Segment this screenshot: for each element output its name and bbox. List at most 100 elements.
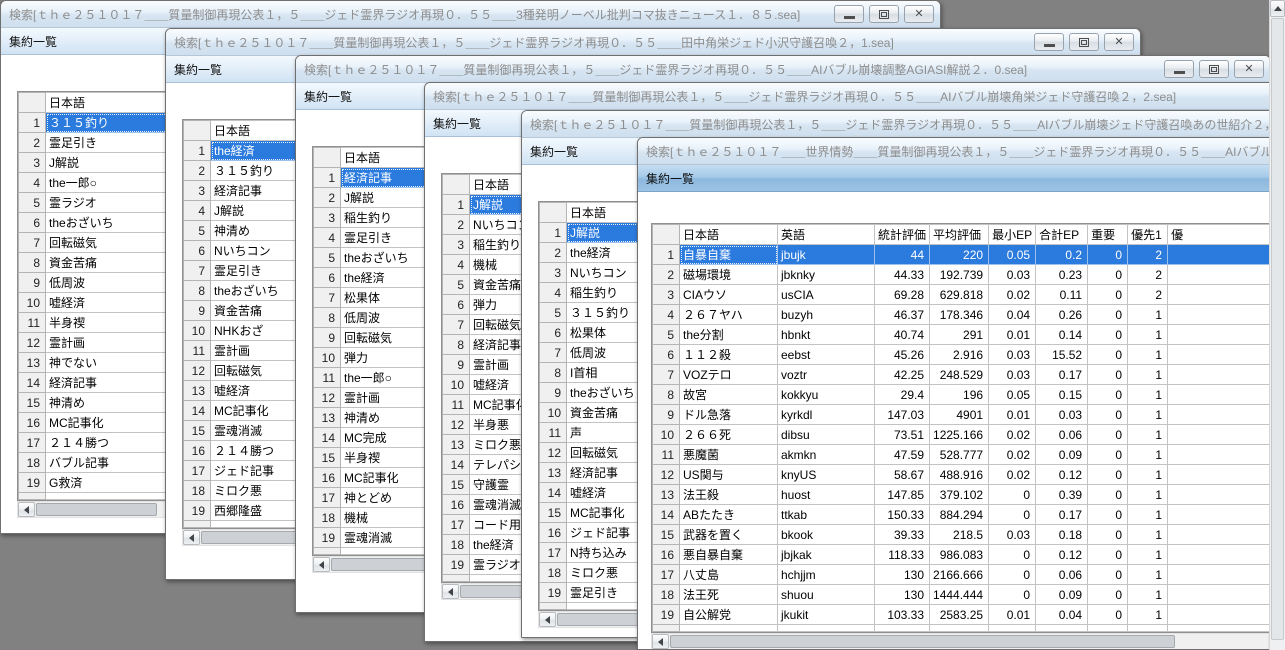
scroll-left-icon — [189, 534, 194, 542]
table-row[interactable]: 6１１２殺eebst45.262.9160.0315.5201 — [653, 345, 1277, 365]
list-item[interactable]: 19G救済 — [19, 473, 170, 493]
scroll-left-button[interactable] — [18, 502, 35, 517]
list-item[interactable]: 16MC記事化 — [19, 413, 170, 433]
item-label: the一郎○ — [46, 173, 170, 193]
restore-button[interactable] — [1069, 33, 1099, 51]
table-row[interactable]: 3CIAウソusCIA69.28629.8180.020.1102 — [653, 285, 1277, 305]
scroll-left-button[interactable] — [442, 584, 459, 599]
cell: 488.916 — [930, 465, 989, 485]
cell: 0 — [1088, 565, 1128, 585]
column-header[interactable]: 合計EP — [1036, 225, 1088, 245]
cell: kokkyu — [778, 385, 875, 405]
horizontal-scrollbar[interactable] — [17, 501, 167, 518]
column-header[interactable]: 重要 — [1088, 225, 1128, 245]
list-item[interactable]: 2霊足引き — [19, 133, 170, 153]
list-item[interactable]: 3J解説 — [19, 153, 170, 173]
table-row[interactable]: 19自公解党jkukit103.332583.250.010.0401 — [653, 605, 1277, 625]
cell: ２６７ヤハ — [680, 305, 778, 325]
list-item[interactable]: 12霊計画 — [19, 333, 170, 353]
window-titlebar[interactable]: 検索[ｔｈｅ２５１０１７＿＿質量制御再現公表１，５＿＿ジェド霊界ラジオ再現０．５… — [296, 56, 1270, 83]
column-header[interactable]: 優 — [1168, 225, 1277, 245]
row-number-cell: 1 — [314, 168, 341, 188]
restore-button[interactable] — [869, 5, 899, 23]
row-number-cell: 6 — [540, 323, 567, 343]
list-item[interactable]: 1３１５釣り — [19, 113, 170, 133]
cell: 218.5 — [930, 525, 989, 545]
table-row[interactable]: 7VOZテロvoztr42.25248.5290.030.1701 — [653, 365, 1277, 385]
table-row[interactable]: 12US関与knyUS58.67488.9160.020.1201 — [653, 465, 1277, 485]
table-row[interactable]: 9ドル急落kyrkdl147.0349010.010.0301 — [653, 405, 1277, 425]
window-titlebar[interactable]: 検索[ｔｈｅ２５１０１７＿＿質量制御再現公表１，５＿＿ジェド霊界ラジオ再現０．５… — [522, 111, 1284, 138]
scroll-up-button[interactable] — [1270, 0, 1285, 17]
scroll-left-button[interactable] — [313, 557, 330, 572]
cell: the分割 — [680, 325, 778, 345]
column-header[interactable]: 日本語 — [680, 225, 778, 245]
column-header[interactable]: 英語 — [778, 225, 875, 245]
window-titlebar[interactable]: 検索[ｔｈｅ２５１０１７＿＿世界情勢＿＿質量制御再現公表１，５＿＿ジェド霊界ラジ… — [638, 138, 1284, 165]
row-number-cell: 11 — [19, 313, 46, 333]
column-header[interactable]: 統計評価 — [875, 225, 930, 245]
row-number-cell: 13 — [443, 435, 470, 455]
table-row[interactable]: 4２６７ヤハbuzyh46.37178.3460.040.2601 — [653, 305, 1277, 325]
list-item[interactable]: 13神でない — [19, 353, 170, 373]
row-number-cell: 8 — [184, 281, 211, 301]
table-row[interactable]: 14ABたたきttkab150.33884.29400.1701 — [653, 505, 1277, 525]
list-item[interactable]: 7回転磁気 — [19, 233, 170, 253]
window-title: 検索[ｔｈｅ２５１０１７＿＿質量制御再現公表１，５＿＿ジェド霊界ラジオ再現０．５… — [304, 61, 1158, 78]
close-button[interactable]: ✕ — [904, 5, 934, 23]
minimize-button[interactable] — [1034, 33, 1064, 51]
cell: 0.02 — [989, 465, 1036, 485]
window-titlebar[interactable]: 検索[ｔｈｅ２５１０１７＿＿質量制御再現公表１，５＿＿ジェド霊界ラジオ再現０．５… — [1, 1, 940, 28]
scroll-left-button[interactable] — [652, 634, 669, 649]
table-row[interactable]: 11悪魔菌akmkn47.59528.7770.020.0901 — [653, 445, 1277, 465]
close-button[interactable]: ✕ — [1234, 60, 1264, 78]
list-item[interactable]: 6theおざいち — [19, 213, 170, 233]
window-titlebar[interactable]: 検索[ｔｈｅ２５１０１７＿＿質量制御再現公表１，５＿＿ジェド霊界ラジオ再現０．５… — [166, 29, 1140, 56]
table-row[interactable]: 17八丈島hchjjm1302166.66600.0601 — [653, 565, 1277, 585]
mdi-vertical-scrollbar[interactable] — [1269, 0, 1285, 650]
list-column-header[interactable]: 日本語 — [46, 93, 170, 113]
table-row[interactable]: 8故宮kokkyu29.41960.050.1501 — [653, 385, 1277, 405]
row-number-cell: 9 — [653, 405, 680, 425]
row-number-cell: 15 — [19, 393, 46, 413]
table-row[interactable]: 1自暴自棄jbujk442200.050.202 — [653, 245, 1277, 265]
window-titlebar[interactable]: 検索[ｔｈｅ２５１０１７＿＿質量制御再現公表１，５＿＿ジェド霊界ラジオ再現０．５… — [425, 83, 1284, 110]
scroll-left-button[interactable] — [183, 530, 200, 545]
list-item[interactable]: 18バブル記事 — [19, 453, 170, 473]
table-row[interactable]: 15武器を置くbkook39.33218.50.030.1801 — [653, 525, 1277, 545]
table-row[interactable]: 5the分割hbnkt40.742910.010.1401 — [653, 325, 1277, 345]
close-button[interactable]: ✕ — [1104, 33, 1134, 51]
column-header[interactable]: 優先1 — [1128, 225, 1168, 245]
horizontal-scrollbar[interactable] — [651, 633, 1269, 649]
table-row[interactable]: 2磁場環境jbknky44.33192.7390.030.2302 — [653, 265, 1277, 285]
list-item[interactable]: 15神清め — [19, 393, 170, 413]
cell — [1168, 465, 1277, 485]
column-header[interactable]: 最小EP — [989, 225, 1036, 245]
minimize-button[interactable] — [1164, 60, 1194, 78]
table-row[interactable]: 18法王死shuou1301444.44400.0901 — [653, 585, 1277, 605]
list-item[interactable]: 17２１４勝つ — [19, 433, 170, 453]
cell: 磁場環境 — [680, 265, 778, 285]
list-item[interactable]: 8資金苦痛 — [19, 253, 170, 273]
list-item[interactable]: 5霊ラジオ — [19, 193, 170, 213]
list-item[interactable]: 11半身禊 — [19, 313, 170, 333]
scroll-thumb[interactable] — [36, 503, 157, 516]
cell: 130 — [875, 585, 930, 605]
list-item[interactable]: 4the一郎○ — [19, 173, 170, 193]
table-row[interactable]: 13法王殺huost147.85379.10200.3901 — [653, 485, 1277, 505]
cell — [1168, 505, 1277, 525]
scroll-thumb[interactable] — [670, 635, 1175, 648]
cell: 0.06 — [1036, 565, 1088, 585]
list-item[interactable]: 9低周波 — [19, 273, 170, 293]
scroll-thumb[interactable] — [1271, 18, 1284, 640]
minimize-button[interactable] — [834, 5, 864, 23]
table-row[interactable]: 16悪自暴自棄jbjkak118.33986.08300.1201 — [653, 545, 1277, 565]
row-number-cell: 18 — [540, 563, 567, 583]
cell — [1168, 485, 1277, 505]
restore-button[interactable] — [1199, 60, 1229, 78]
list-item[interactable]: 14経済記事 — [19, 373, 170, 393]
table-row[interactable]: 10２６６死dibsu73.511225.1660.020.0601 — [653, 425, 1277, 445]
column-header[interactable]: 平均評価 — [930, 225, 989, 245]
list-item[interactable]: 10嘘経済 — [19, 293, 170, 313]
scroll-left-button[interactable] — [539, 612, 556, 627]
